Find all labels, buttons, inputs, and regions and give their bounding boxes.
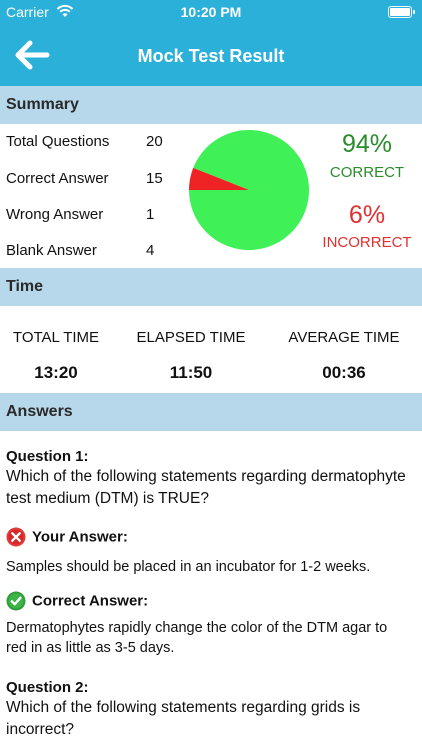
your-answer-text: Samples should be placed in an incubator… xyxy=(6,559,371,575)
summary-label-blank: Blank Answer xyxy=(6,242,97,259)
average-time-label: AVERAGE TIME xyxy=(288,329,400,346)
correct-answer-label: Correct Answer: xyxy=(32,592,149,610)
clock: 10:20 PM xyxy=(180,4,242,20)
summary-value-correct: 15 xyxy=(146,170,163,187)
summary-label-total: Total Questions xyxy=(6,133,110,150)
correct-percentage: 94% xyxy=(341,130,393,158)
your-answer-heading: Your Answer: xyxy=(6,527,128,547)
time-header: Time xyxy=(0,268,422,306)
page-title: Mock Test Result xyxy=(137,46,285,66)
summary-label-correct: Correct Answer xyxy=(6,170,109,187)
total-time-label: TOTAL TIME xyxy=(12,329,100,346)
correct-answer-heading: Correct Answer: xyxy=(6,591,148,611)
elapsed-time-label: ELAPSED TIME xyxy=(136,329,246,346)
summary-value-wrong: 1 xyxy=(146,206,155,223)
elapsed-time-value: 11:50 xyxy=(169,363,213,382)
answers-header: Answers xyxy=(0,393,422,431)
nav-bar: Mock Test Result xyxy=(0,24,422,86)
question-2-title: Question 2: xyxy=(6,679,89,696)
battery-icon xyxy=(388,6,415,18)
question-2-text: Which of the following statements regard… xyxy=(6,699,361,738)
your-answer-label: Your Answer: xyxy=(32,528,128,546)
summary-value-total: 20 xyxy=(146,133,163,150)
check-circle-icon xyxy=(6,591,26,611)
result-pie-chart xyxy=(189,129,309,250)
summary-value-blank: 4 xyxy=(146,242,155,259)
incorrect-percentage: 6% xyxy=(348,201,386,229)
average-time-value: 00:36 xyxy=(322,363,366,382)
incorrect-label: INCORRECT xyxy=(322,234,412,251)
x-circle-icon xyxy=(6,527,26,547)
status-bar: Carrier 10:20 PM xyxy=(0,0,422,24)
correct-label: CORRECT xyxy=(329,164,405,181)
total-time-value: 13:20 xyxy=(34,363,78,382)
summary-label-wrong: Wrong Answer xyxy=(6,206,104,223)
question-1-text: Which of the following statements regard… xyxy=(6,468,406,507)
question-1-title: Question 1: xyxy=(6,448,89,465)
summary-header: Summary xyxy=(0,86,422,124)
correct-answer-text: Dermatophytes rapidly change the color o… xyxy=(6,620,388,656)
